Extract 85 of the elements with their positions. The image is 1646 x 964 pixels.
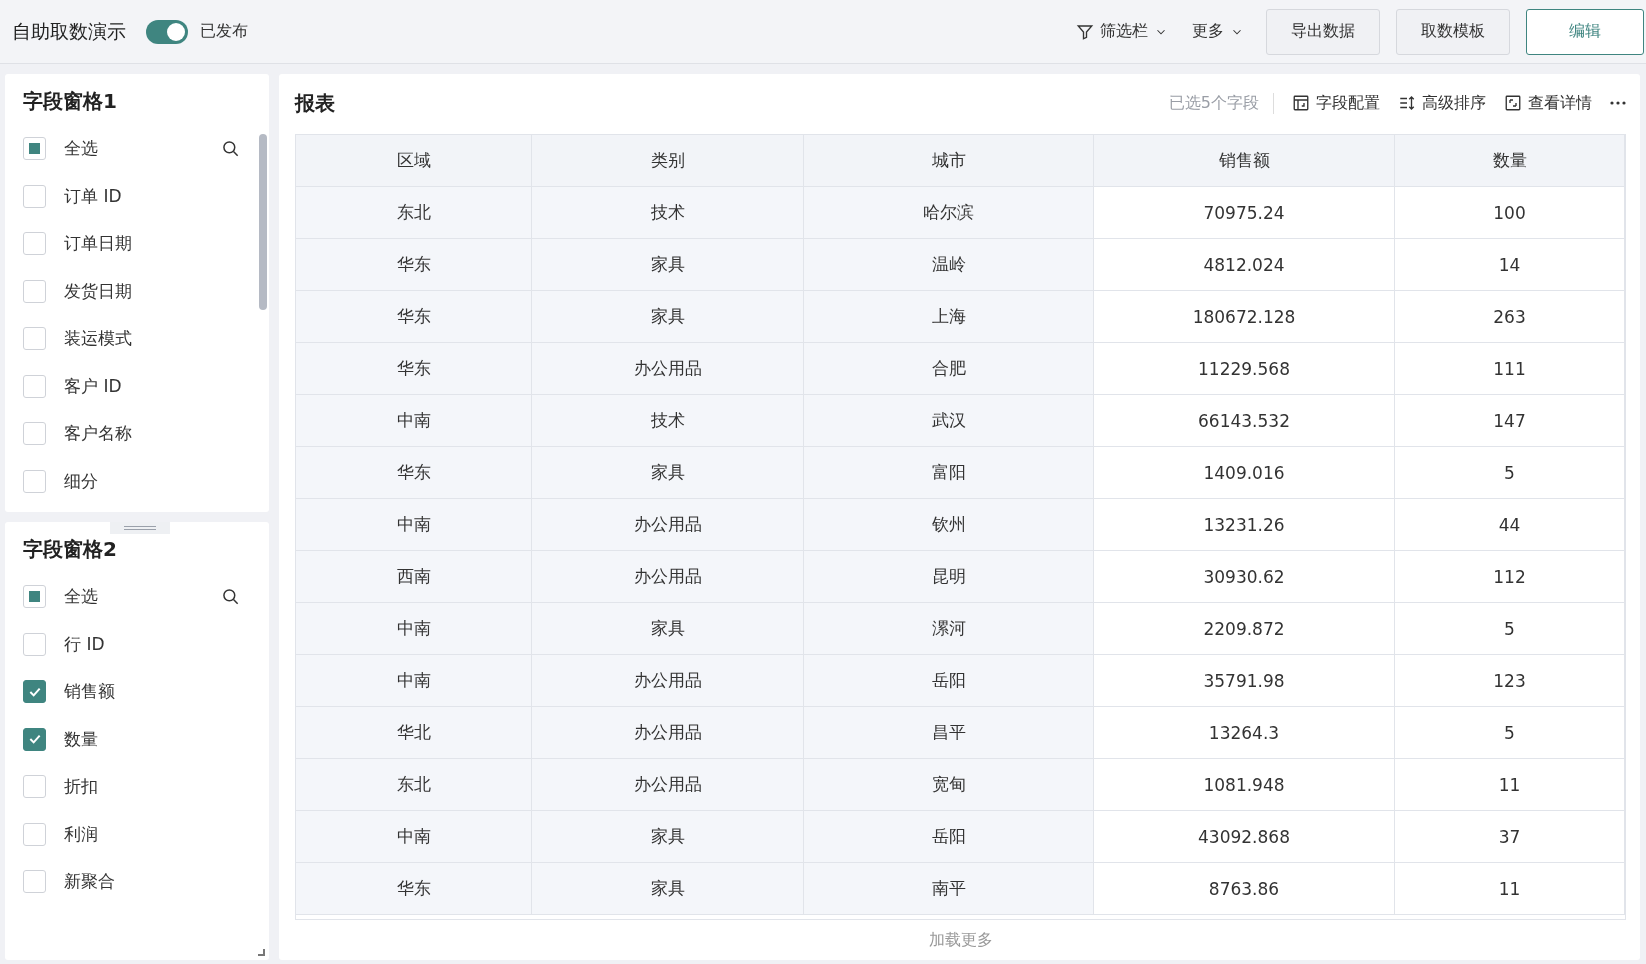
table-cell: 华东 (296, 239, 532, 290)
filter-bar-button[interactable]: 筛选栏 (1070, 21, 1174, 42)
edit-button[interactable]: 编辑 (1526, 8, 1644, 55)
table-cell: 家具 (532, 863, 804, 914)
table-cell: 温岭 (804, 239, 1094, 290)
checkbox[interactable] (23, 680, 46, 704)
table-cell: 办公用品 (532, 759, 804, 810)
table-cell: 宽甸 (804, 759, 1094, 810)
field-label: 利润 (64, 822, 98, 846)
table-cell: 家具 (532, 603, 804, 654)
select-all-label: 全选 (64, 585, 99, 609)
table-cell: 家具 (532, 447, 804, 498)
table-cell: 办公用品 (532, 499, 804, 550)
table-cell: 华东 (296, 291, 532, 342)
sort-icon (1398, 94, 1416, 112)
more-options-button[interactable] (1610, 101, 1626, 105)
report-title: 报表 (295, 89, 336, 117)
scrollbar[interactable] (259, 134, 267, 310)
table-cell: 家具 (532, 239, 804, 290)
table-cell: 南平 (804, 863, 1094, 914)
table-cell: 上海 (804, 291, 1094, 342)
search-icon (221, 586, 241, 607)
layout-icon (1292, 94, 1310, 112)
pane-title: 字段窗格2 (23, 536, 118, 563)
table-cell: 富阳 (804, 447, 1094, 498)
table-cell: 钦州 (804, 499, 1094, 550)
ellipsis-icon (1610, 101, 1626, 105)
field-label: 新聚合 (64, 870, 115, 894)
search-icon (221, 138, 241, 159)
table-cell: 办公用品 (532, 343, 804, 394)
field-label: 订单 ID (64, 184, 122, 208)
table-cell: 漯河 (804, 603, 1094, 654)
field-label: 装运模式 (64, 327, 132, 351)
table-cell: 家具 (532, 291, 804, 342)
field-label: 订单日期 (64, 232, 132, 256)
table-cell: 中南 (296, 395, 532, 446)
publish-toggle[interactable] (146, 19, 188, 44)
select-all-label: 全选 (64, 137, 99, 161)
table-cell: 中南 (296, 811, 532, 862)
more-button[interactable]: 更多 (1186, 21, 1250, 42)
publish-status: 已发布 (200, 21, 248, 42)
table-cell: 昌平 (804, 707, 1094, 758)
table-cell: 哈尔滨 (804, 187, 1094, 238)
field-label: 数量 (64, 727, 98, 751)
field-label: 折扣 (64, 775, 98, 799)
table-cell: 中南 (296, 655, 532, 706)
field-label: 客户 ID (64, 374, 122, 398)
field-label: 细分 (64, 469, 98, 493)
field-label: 行 ID (64, 632, 105, 656)
report-action[interactable]: 高级排序 (1398, 92, 1486, 114)
report-action[interactable]: 查看详情 (1504, 92, 1592, 114)
toolbar-button[interactable]: 取数模板 (1396, 8, 1510, 55)
page-title: 自助取数演示 (12, 18, 126, 44)
expand-icon (1504, 94, 1522, 112)
table-cell: 华东 (296, 343, 532, 394)
report-action[interactable]: 字段配置 (1292, 92, 1380, 114)
table-cell: 技术 (532, 187, 804, 238)
field-label: 销售额 (64, 680, 115, 704)
table-cell: 办公用品 (532, 551, 804, 602)
table-cell: 家具 (532, 811, 804, 862)
table-cell: 西南 (296, 551, 532, 602)
table-cell: 华东 (296, 447, 532, 498)
table-cell: 技术 (532, 395, 804, 446)
field-label: 发货日期 (64, 279, 132, 303)
table-cell: 东北 (296, 187, 532, 238)
table-cell: 昆明 (804, 551, 1094, 602)
table-cell: 合肥 (804, 343, 1094, 394)
table-cell: 中南 (296, 499, 532, 550)
filter-icon (1076, 22, 1094, 41)
table-cell: 武汉 (804, 395, 1094, 446)
table-cell: 中南 (296, 603, 532, 654)
table-cell: 办公用品 (532, 707, 804, 758)
table-cell: 华北 (296, 707, 532, 758)
resize-corner-icon[interactable] (258, 949, 265, 956)
field-label: 客户名称 (64, 422, 132, 446)
table-cell: 办公用品 (532, 655, 804, 706)
table-cell: 华东 (296, 863, 532, 914)
checkbox[interactable] (23, 727, 46, 751)
resize-handle[interactable] (110, 522, 170, 534)
selected-count: 已选5个字段 (1168, 92, 1274, 114)
pane-title: 字段窗格1 (23, 88, 118, 115)
toolbar-button[interactable]: 导出数据 (1266, 8, 1380, 55)
table-cell: 东北 (296, 759, 532, 810)
table-cell: 岳阳 (804, 655, 1094, 706)
table-cell: 岳阳 (804, 811, 1094, 862)
